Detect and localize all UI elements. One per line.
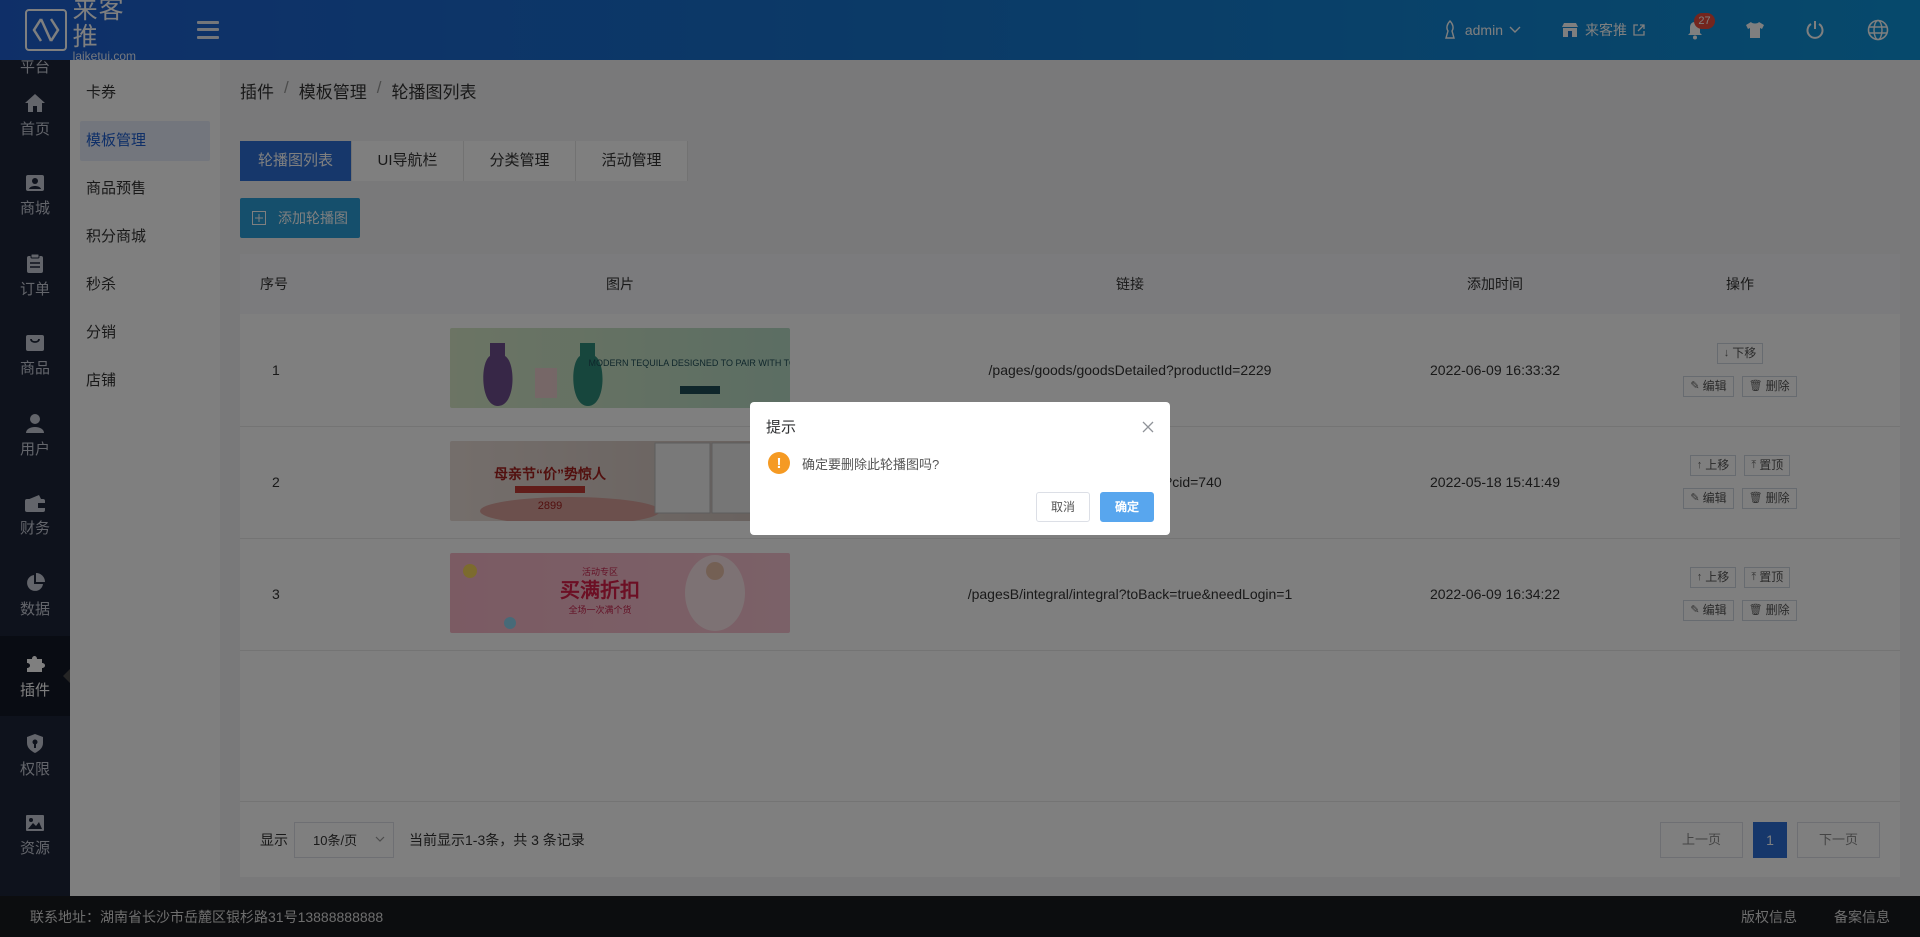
dialog-message: 确定要删除此轮播图吗? bbox=[802, 456, 940, 472]
cancel-button[interactable]: 取消 bbox=[1035, 492, 1090, 522]
warning-icon: ! bbox=[768, 452, 790, 474]
dialog-title: 提示 bbox=[766, 419, 797, 436]
close-icon[interactable] bbox=[1142, 421, 1154, 433]
confirm-dialog: 提示 ! 确定要删除此轮播图吗? 取消 确定 bbox=[750, 402, 1170, 535]
confirm-button[interactable]: 确定 bbox=[1099, 492, 1154, 522]
